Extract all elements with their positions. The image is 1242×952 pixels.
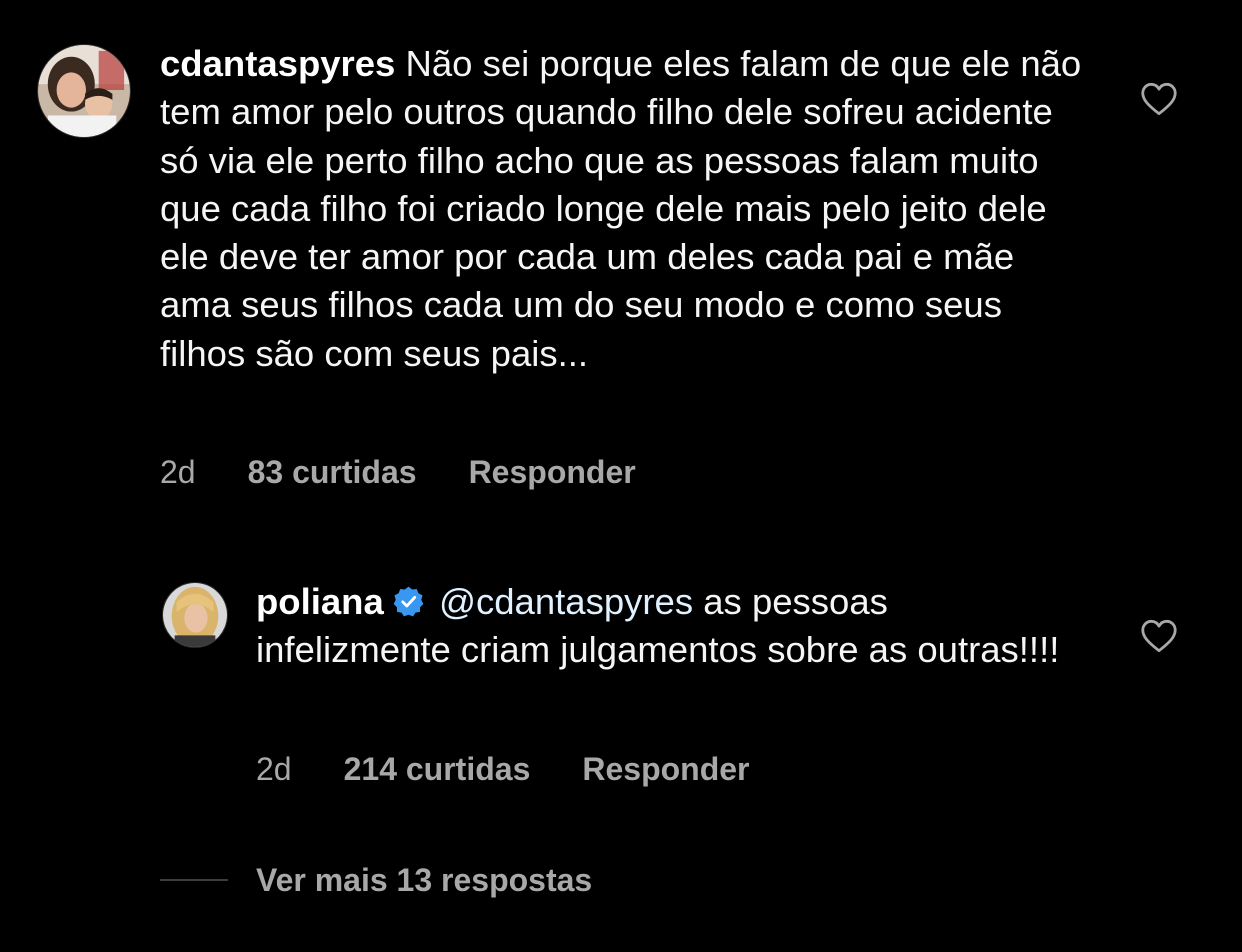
heart-outline-icon[interactable] — [1140, 619, 1178, 653]
comment-likes[interactable]: 214 curtidas — [344, 751, 531, 788]
avatar[interactable] — [162, 582, 228, 648]
reply-button[interactable]: Responder — [582, 751, 749, 788]
comment-meta: 2d 214 curtidas Responder — [256, 747, 750, 791]
view-more-replies-button[interactable]: Ver mais 13 respostas — [160, 858, 592, 902]
comment-time: 2d — [160, 453, 196, 490]
comment-username[interactable]: cdantaspyres — [160, 43, 395, 84]
comment-text: poliana @cdantaspyres as pessoas infeliz… — [256, 578, 1076, 675]
reply-button[interactable]: Responder — [469, 454, 636, 491]
comment-body: Não sei porque eles falam de que ele não… — [160, 43, 1082, 374]
comment-meta: 2d 83 curtidas Responder — [160, 450, 636, 494]
comment-text: cdantaspyres Não sei porque eles falam d… — [160, 40, 1090, 378]
comment-likes[interactable]: 83 curtidas — [248, 454, 417, 491]
avatar[interactable] — [37, 44, 131, 138]
comment-username[interactable]: poliana — [256, 581, 384, 622]
heart-outline-icon[interactable] — [1140, 82, 1178, 116]
view-more-replies-label[interactable]: Ver mais 13 respostas — [256, 862, 592, 899]
comment-time: 2d — [256, 750, 292, 787]
mention-link[interactable]: @cdantaspyres — [439, 581, 693, 622]
divider-line — [160, 879, 228, 881]
verified-badge-icon — [392, 585, 425, 618]
